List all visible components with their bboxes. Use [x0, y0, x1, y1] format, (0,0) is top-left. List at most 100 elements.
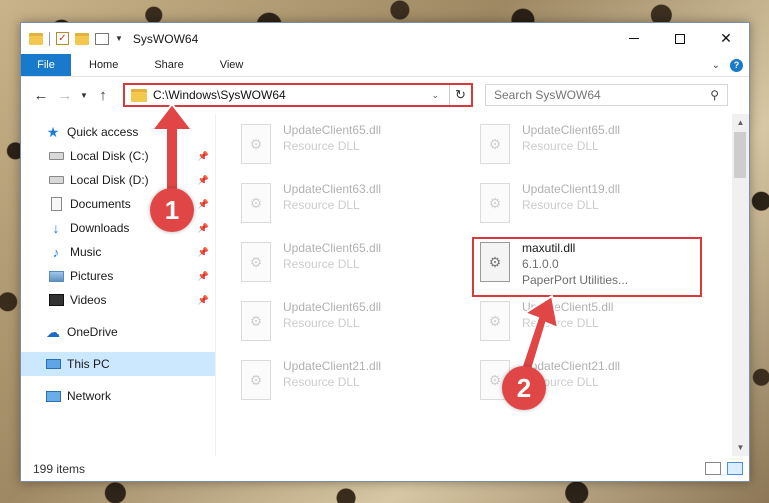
customize-icon[interactable] [95, 32, 109, 45]
folder-icon [29, 32, 43, 45]
step-badge-1: 1 [150, 188, 194, 232]
file-type: Resource DLL [522, 198, 599, 212]
sidebar-item-pictures[interactable]: Pictures 📌 [21, 264, 215, 288]
sidebar-item-this-pc[interactable]: This PC [21, 352, 215, 376]
pin-icon: 📌 [197, 246, 209, 257]
dll-file-icon: ⚙ [241, 301, 271, 341]
explorer-body: ★ Quick access Local Disk (C:) 📌 Local D… [21, 114, 749, 456]
file-item[interactable]: ⚙ UpdateClient65.dll Resource DLL [241, 299, 471, 351]
sidebar-item-label: Downloads [70, 221, 130, 235]
file-type: Resource DLL [283, 375, 360, 389]
close-button[interactable]: ✕ [703, 23, 749, 54]
file-name: UpdateClient21.dll [283, 359, 382, 373]
file-name: UpdateClient19.dll [522, 182, 621, 196]
refresh-button[interactable]: ↻ [449, 85, 471, 105]
back-button[interactable]: ← [29, 87, 53, 104]
sidebar-item-label: This PC [67, 357, 110, 371]
address-bar[interactable]: C:\Windows\SysWOW64 ⌄ ↻ [123, 83, 473, 107]
drive-icon [48, 149, 64, 163]
properties-check-icon[interactable]: ✓ [56, 32, 69, 45]
quick-access-toolbar: ✓ ▼ [29, 31, 123, 46]
file-name: UpdateClient65.dll [522, 123, 621, 137]
address-text[interactable]: C:\Windows\SysWOW64 [153, 88, 286, 102]
sidebar-item-label: Quick access [67, 125, 139, 139]
network-icon [45, 389, 61, 403]
file-item[interactable]: ⚙ UpdateClient65.dll Resource DLL [480, 122, 710, 174]
dll-file-icon: ⚙ [480, 183, 510, 223]
search-box[interactable]: ⚲ [485, 84, 728, 106]
file-item[interactable]: ⚙ UpdateClient65.dll Resource DLL [241, 240, 471, 292]
sidebar-item-local-disk-d[interactable]: Local Disk (D:) 📌 [21, 168, 215, 192]
dll-file-icon: ⚙ [480, 301, 510, 341]
pin-icon: 📌 [197, 270, 209, 281]
dll-file-icon: ⚙ [241, 183, 271, 223]
help-icon[interactable]: ? [730, 58, 743, 72]
navigation-bar: ← → ▼ ↑ C:\Windows\SysWOW64 ⌄ ↻ ⚲ [21, 77, 749, 113]
file-type: Resource DLL [283, 139, 360, 153]
dll-file-icon: ⚙ [241, 242, 271, 282]
computer-icon [45, 357, 61, 371]
file-type: Resource DLL [522, 316, 599, 330]
sidebar-item-label: Pictures [70, 269, 114, 283]
scroll-up-icon[interactable]: ▲ [732, 114, 749, 131]
cloud-icon: ☁ [46, 323, 60, 340]
pin-icon: 📌 [197, 222, 209, 233]
file-name: UpdateClient65.dll [283, 241, 382, 255]
sidebar-item-music[interactable]: ♪ Music 📌 [21, 240, 215, 264]
maximize-icon [675, 33, 685, 44]
sidebar-item-onedrive[interactable]: ☁ OneDrive [21, 320, 215, 344]
folder-icon [131, 88, 147, 102]
tiles-view-icon[interactable] [727, 462, 743, 475]
minimize-button[interactable] [611, 23, 657, 54]
file-type: Resource DLL [522, 139, 599, 153]
window-title: SysWOW64 [132, 31, 199, 46]
file-list: ⚙ UpdateClient65.dll Resource DLL ⚙ Upda… [216, 114, 749, 456]
pin-icon: 📌 [197, 198, 209, 209]
item-count: 199 items [33, 461, 86, 476]
search-icon[interactable]: ⚲ [710, 88, 719, 102]
new-folder-icon[interactable] [75, 32, 89, 45]
tab-share[interactable]: Share [136, 54, 201, 76]
sidebar-item-quick-access[interactable]: ★ Quick access [21, 120, 215, 144]
navigation-pane: ★ Quick access Local Disk (C:) 📌 Local D… [21, 114, 216, 456]
address-dropdown-icon[interactable]: ⌄ [431, 90, 443, 101]
details-view-icon[interactable] [705, 462, 721, 475]
sidebar-item-videos[interactable]: Videos 📌 [21, 288, 215, 312]
maximize-button[interactable] [657, 23, 703, 54]
documents-icon [48, 197, 64, 211]
status-bar: 199 items [21, 456, 749, 481]
up-button[interactable]: ↑ [91, 87, 115, 104]
pictures-icon [48, 269, 64, 283]
file-item[interactable]: ⚙ UpdateClient63.dll Resource DLL [241, 181, 471, 233]
scroll-down-icon[interactable]: ▼ [732, 439, 749, 456]
expand-ribbon-icon[interactable]: ⌄ [712, 60, 720, 71]
videos-icon [48, 293, 64, 307]
file-item[interactable]: ⚙ UpdateClient5.dll Resource DLL [480, 299, 710, 351]
vertical-scrollbar[interactable]: ▲ ▼ [732, 114, 749, 456]
chevron-down-icon[interactable]: ▼ [115, 34, 123, 43]
downloads-icon: ↓ [52, 220, 60, 236]
toolbar-divider [49, 31, 50, 46]
file-item[interactable]: ⚙ UpdateClient21.dll Resource DLL [241, 358, 471, 410]
dll-file-icon: ⚙ [241, 360, 271, 400]
close-icon: ✕ [720, 30, 732, 46]
scrollbar-thumb[interactable] [734, 132, 746, 178]
file-item[interactable]: ⚙ UpdateClient65.dll Resource DLL [241, 122, 471, 174]
sidebar-item-label: Videos [70, 293, 107, 307]
star-icon: ★ [46, 123, 60, 140]
tab-file[interactable]: File [21, 54, 71, 76]
sidebar-item-label: Documents [70, 197, 131, 211]
sidebar-item-network[interactable]: Network [21, 384, 215, 408]
ribbon: File Home Share View ⌄ ? [21, 54, 749, 77]
search-input[interactable] [494, 88, 711, 102]
pin-icon: 📌 [197, 294, 209, 305]
forward-button[interactable]: → [53, 87, 77, 104]
file-explorer-window: ✓ ▼ SysWOW64 ✕ File Home Share View ⌄ ? … [20, 22, 750, 482]
title-bar: ✓ ▼ SysWOW64 ✕ [21, 23, 749, 54]
tab-view[interactable]: View [202, 54, 262, 76]
recent-locations-button[interactable]: ▼ [77, 91, 91, 100]
file-item[interactable]: ⚙ UpdateClient19.dll Resource DLL [480, 181, 710, 233]
tab-home[interactable]: Home [71, 54, 136, 76]
drive-icon [48, 173, 64, 187]
sidebar-item-local-disk-c[interactable]: Local Disk (C:) 📌 [21, 144, 215, 168]
